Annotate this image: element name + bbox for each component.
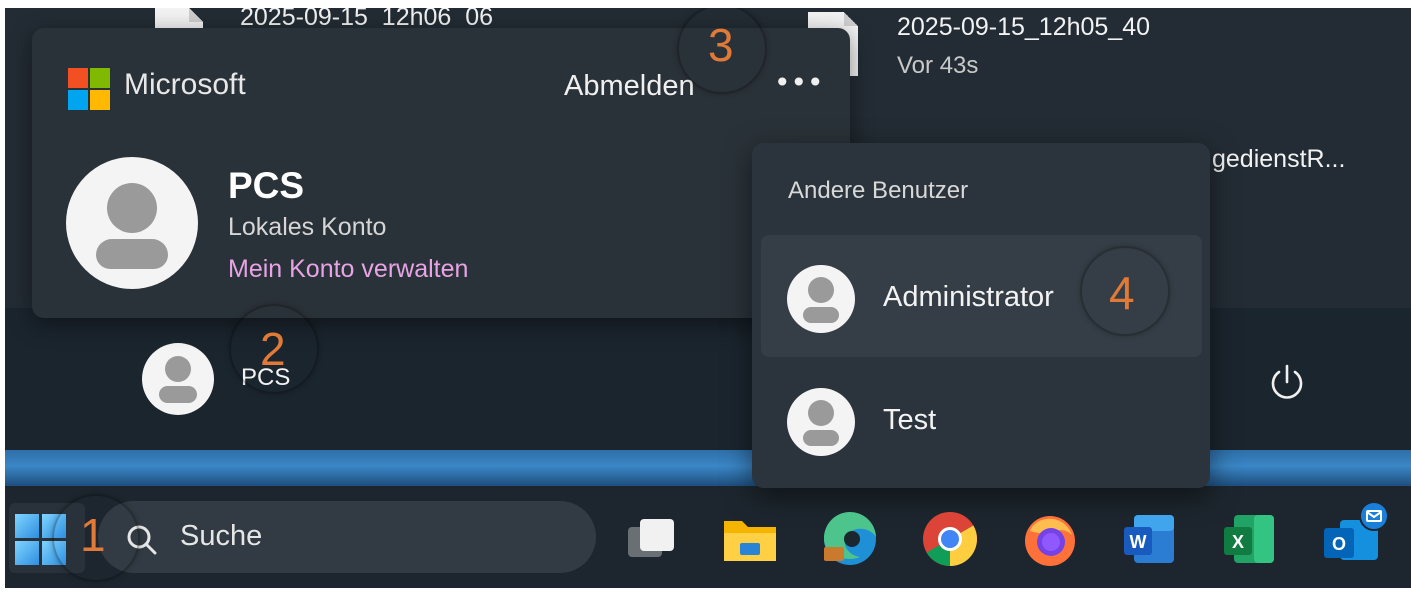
svg-text:X: X — [1232, 532, 1244, 552]
other-users-title: Andere Benutzer — [788, 177, 969, 204]
user-row-label: Administrator — [883, 281, 1054, 313]
microsoft-edge-icon[interactable] — [820, 509, 880, 569]
recent-file-name[interactable]: 2025-09-15_12h06_06 — [240, 8, 493, 26]
microsoft-logo-icon — [68, 68, 110, 110]
word-icon[interactable]: W — [1120, 509, 1180, 569]
svg-text:W: W — [1130, 532, 1147, 552]
file-icon — [155, 8, 203, 30]
image-border — [0, 0, 1411, 8]
signout-button[interactable]: Abmelden — [564, 70, 695, 103]
firefox-icon[interactable] — [1020, 509, 1080, 569]
user-row-label: Test — [883, 404, 937, 436]
desktop-screen: 2025-09-15_12h06_06 2025-09-15_12h05_40 … — [0, 0, 1411, 592]
search-input[interactable]: Suche — [180, 520, 262, 553]
excel-icon[interactable]: X — [1220, 509, 1280, 569]
more-options-button[interactable]: ••• — [774, 68, 824, 104]
account-user-name: PCS — [228, 165, 305, 206]
annotation-number: 3 — [708, 19, 734, 71]
taskbar-search-box[interactable] — [98, 501, 596, 573]
power-icon[interactable] — [1262, 358, 1312, 408]
outlook-icon[interactable]: O — [1320, 500, 1390, 570]
user-row-test[interactable]: Test — [761, 358, 1202, 480]
google-chrome-icon[interactable] — [920, 509, 980, 569]
account-type-label: Lokales Konto — [228, 213, 387, 241]
manage-account-link[interactable]: Mein Konto verwalten — [228, 255, 468, 284]
annotation-number: 1 — [80, 509, 106, 561]
svg-text:O: O — [1332, 534, 1346, 554]
recent-file-time: Vor 43s — [897, 52, 979, 79]
recent-file-name[interactable]: 2025-09-15_12h05_40 — [897, 13, 1150, 42]
user-avatar[interactable] — [142, 343, 214, 415]
annotation-number: 4 — [1109, 267, 1135, 319]
account-avatar — [66, 157, 198, 289]
image-border — [0, 0, 5, 592]
recent-file-name[interactable]: gedienstR... — [1212, 145, 1345, 174]
brand-label: Microsoft — [124, 68, 246, 101]
annotation-number: 2 — [260, 323, 286, 375]
file-explorer-icon[interactable] — [720, 509, 780, 569]
image-border — [0, 588, 1411, 592]
task-view-icon[interactable] — [620, 509, 680, 569]
user-avatar — [787, 265, 855, 333]
user-avatar — [787, 388, 855, 456]
